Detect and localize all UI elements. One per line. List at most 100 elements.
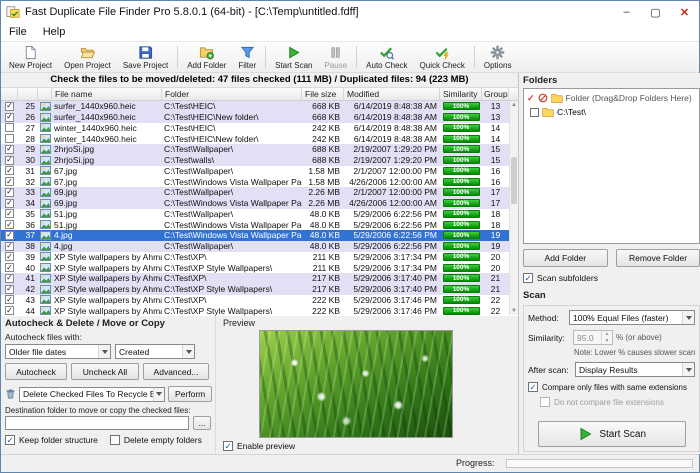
chevron-down-icon[interactable]	[98, 345, 110, 358]
file-row[interactable]: ✓3167.jpgC:\Test\Wallpaper\1.58 MB2/1/20…	[1, 166, 518, 177]
maximize-button[interactable]: ▢	[641, 1, 670, 23]
remove-folder-button[interactable]: Remove Folder	[616, 249, 700, 267]
file-row[interactable]: ✓3267.jpgC:\Test\Windows Vista Wallpaper…	[1, 176, 518, 187]
header-modified[interactable]: Modified	[344, 88, 440, 100]
add-folder-panel-button[interactable]: Add Folder	[523, 249, 608, 267]
new-project-button[interactable]: New Project	[3, 43, 58, 71]
file-row[interactable]: ✓40XP Style wallpapers by AhmaD 003.jpgC…	[1, 262, 518, 273]
auto-check-button[interactable]: Auto Check	[360, 43, 413, 71]
autocheck-date-type-select[interactable]: Created	[115, 344, 195, 359]
file-row[interactable]: ✓26surfer_1440x960.heicC:\Test\HEIC\New …	[1, 112, 518, 123]
file-row[interactable]: 27winter_1440x960.heicC:\Test\HEIC\242 K…	[1, 123, 518, 134]
header-icon-column[interactable]	[38, 88, 52, 100]
header-similarity[interactable]: Similarity	[440, 88, 482, 100]
similarity-spinner[interactable]: 95.0 ▲▼	[573, 330, 613, 345]
row-checkbox[interactable]: ✓	[1, 295, 18, 304]
browse-button[interactable]: ...	[193, 416, 211, 430]
method-select[interactable]: 100% Equal Files (faster)	[569, 310, 695, 325]
row-checkbox[interactable]: ✓	[1, 252, 18, 261]
header-group[interactable]: Group	[482, 88, 509, 100]
chevron-down-icon[interactable]	[182, 345, 194, 358]
close-button[interactable]: ✕	[670, 1, 699, 23]
file-row[interactable]: ✓39XP Style wallpapers by AhmaD 003.jpgC…	[1, 252, 518, 263]
file-row[interactable]: ✓3469.jpgC:\Test\Windows Vista Wallpaper…	[1, 198, 518, 209]
enable-preview-checkbox[interactable]: ✓	[223, 441, 233, 451]
folders-list[interactable]: ✓ Folder (Drag&Drop Folders Here) C:\Tes…	[523, 88, 700, 244]
keep-structure-checkbox[interactable]: ✓	[5, 435, 15, 445]
compare-extensions-checkbox[interactable]: ✓	[528, 382, 538, 392]
header-file-size[interactable]: File size	[302, 88, 344, 100]
options-button[interactable]: Options	[478, 43, 518, 71]
after-scan-select[interactable]: Display Results	[575, 362, 695, 377]
file-row[interactable]: ✓384.jpgC:\Test\Wallpaper\48.0 KB5/29/20…	[1, 241, 518, 252]
file-row[interactable]: ✓25surfer_1440x960.heicC:\Test\HEIC\668 …	[1, 101, 518, 112]
row-checkbox[interactable]: ✓	[1, 145, 18, 154]
scroll-down-icon[interactable]: ▼	[510, 307, 518, 315]
row-checkbox[interactable]: ✓	[1, 177, 18, 186]
start-scan-toolbar-button[interactable]: Start Scan	[269, 43, 318, 71]
delete-empty-checkbox[interactable]	[110, 435, 120, 445]
folder-cell: C:\Test\HEIC\	[162, 123, 302, 133]
autocheck-criteria-select[interactable]: Older file dates	[5, 344, 111, 359]
scroll-up-icon[interactable]: ▲	[510, 101, 518, 109]
scrollbar-thumb[interactable]	[511, 157, 517, 204]
minimize-button[interactable]: –	[612, 1, 641, 23]
advanced-button[interactable]: Advanced...	[143, 363, 209, 380]
file-row[interactable]: ✓3369.jpgC:\Test\Wallpaper\2.26 MB2/1/20…	[1, 187, 518, 198]
row-checkbox[interactable]: ✓	[1, 306, 18, 315]
row-checkbox[interactable]: ✓	[1, 220, 18, 229]
row-checkbox[interactable]	[1, 134, 18, 143]
start-scan-button[interactable]: Start Scan	[538, 421, 686, 447]
file-row[interactable]: ✓3551.jpgC:\Test\Wallpaper\48.0 KB5/29/2…	[1, 209, 518, 220]
row-checkbox[interactable]	[1, 123, 18, 132]
save-icon	[138, 45, 153, 60]
add-folder-button[interactable]: Add Folder	[181, 43, 232, 71]
row-checkbox[interactable]: ✓	[1, 166, 18, 175]
header-folder[interactable]: Folder	[162, 88, 302, 100]
header-number-column[interactable]	[18, 88, 38, 100]
row-checkbox[interactable]: ✓	[1, 102, 18, 111]
action-select[interactable]: Delete Checked Files To Recycle Bin	[19, 387, 165, 402]
grid-scrollbar[interactable]: ▲ ▼	[509, 101, 518, 315]
folder-item-checkbox[interactable]	[530, 108, 539, 117]
scan-subfolders-checkbox[interactable]: ✓	[523, 273, 533, 283]
row-checkbox[interactable]: ✓	[1, 156, 18, 165]
row-checkbox[interactable]: ✓	[1, 199, 18, 208]
row-checkbox[interactable]: ✓	[1, 209, 18, 218]
chevron-down-icon[interactable]	[682, 311, 694, 324]
file-row[interactable]: ✓374.jpgC:\Test\Windows Vista Wallpaper …	[1, 230, 518, 241]
file-row[interactable]: ✓292hrjoSi.jpgC:\Test\Wallpaper\688 KB2/…	[1, 144, 518, 155]
chevron-down-icon[interactable]	[682, 363, 694, 376]
menu-help[interactable]: Help	[35, 24, 74, 40]
row-checkbox[interactable]: ✓	[1, 242, 18, 251]
save-project-button[interactable]: Save Project	[117, 43, 174, 71]
destination-input[interactable]	[5, 416, 189, 430]
perform-button[interactable]: Perform	[168, 386, 212, 402]
row-checkbox[interactable]: ✓	[1, 231, 18, 240]
autocheck-button[interactable]: Autocheck	[5, 363, 67, 380]
file-row[interactable]: ✓302hrjoSi.jpgC:\Test\walls\688 KB2/19/2…	[1, 155, 518, 166]
file-row[interactable]: ✓43XP Style wallpapers by AhmaD 005.jpgC…	[1, 295, 518, 306]
row-checkbox[interactable]: ✓	[1, 113, 18, 122]
row-checkbox[interactable]: ✓	[1, 285, 18, 294]
row-checkbox[interactable]: ✓	[1, 188, 18, 197]
image-file-icon	[38, 252, 52, 261]
header-checkbox-column[interactable]	[1, 88, 18, 100]
uncheck-all-button[interactable]: Uncheck All	[71, 363, 139, 380]
row-checkbox[interactable]: ✓	[1, 263, 18, 272]
open-project-button[interactable]: Open Project	[58, 43, 117, 71]
row-checkbox[interactable]: ✓	[1, 274, 18, 283]
file-row[interactable]: ✓42XP Style wallpapers by AhmaD 004.jpgC…	[1, 284, 518, 295]
quick-check-button[interactable]: Quick Check	[414, 43, 471, 71]
chevron-down-icon[interactable]	[153, 388, 164, 401]
group-cell: 15	[482, 144, 509, 154]
file-row[interactable]: ✓41XP Style wallpapers by AhmaD 004.jpgC…	[1, 273, 518, 284]
file-row[interactable]: ✓3651.jpgC:\Test\Windows Vista Wallpaper…	[1, 219, 518, 230]
filter-button[interactable]: Filter	[232, 43, 262, 71]
file-row[interactable]: 28winter_1440x960.heicC:\Test\HEIC\New f…	[1, 133, 518, 144]
menu-file[interactable]: File	[1, 24, 35, 40]
folder-item[interactable]: C:\Test\	[530, 105, 696, 119]
header-file-name[interactable]: File name	[52, 88, 162, 100]
file-row[interactable]: ✓44XP Style wallpapers by AhmaD 005.jpgC…	[1, 305, 518, 316]
spinner-arrows-icon[interactable]: ▲▼	[601, 331, 612, 344]
